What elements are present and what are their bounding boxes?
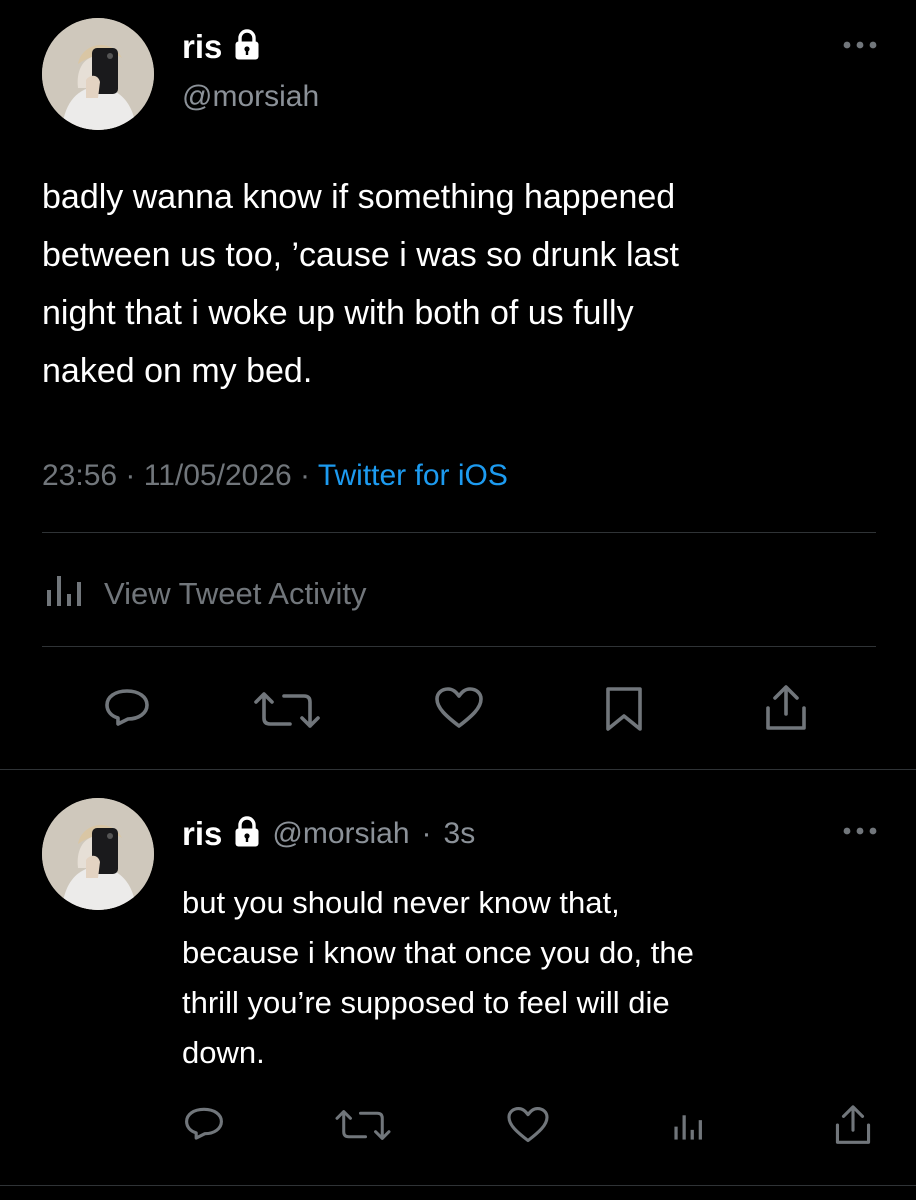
heart-icon[interactable] xyxy=(506,1106,550,1144)
meta-separator: · xyxy=(125,459,136,492)
reply-bubble-icon[interactable] xyxy=(104,688,150,730)
tweet-date: 11/05/2026 xyxy=(143,459,292,492)
handle[interactable]: @morsiah xyxy=(272,814,409,854)
retweet-icon[interactable] xyxy=(332,1108,394,1142)
bookmark-icon[interactable] xyxy=(604,686,644,732)
view-tweet-activity[interactable]: View Tweet Activity xyxy=(44,568,366,620)
share-icon[interactable] xyxy=(764,684,808,732)
bar-chart-icon[interactable] xyxy=(672,1108,706,1142)
meta-separator: · xyxy=(300,459,311,492)
handle[interactable]: @morsiah xyxy=(182,78,319,116)
author-row: ris xyxy=(182,28,260,66)
avatar[interactable] xyxy=(42,798,154,910)
divider xyxy=(0,769,916,770)
tweet-text: badly wanna know if something happened b… xyxy=(42,178,679,390)
lock-icon xyxy=(234,28,260,66)
meta-separator: · xyxy=(421,817,432,850)
divider xyxy=(0,1185,916,1186)
tweet-metadata: 23:56 · 11/05/2026 · Twitter for iOS xyxy=(42,454,508,498)
avatar[interactable] xyxy=(42,18,154,130)
display-name[interactable]: ris xyxy=(182,28,222,66)
view-tweet-activity-label: View Tweet Activity xyxy=(104,576,367,611)
heart-icon[interactable] xyxy=(434,686,484,730)
share-icon[interactable] xyxy=(834,1104,872,1146)
divider xyxy=(42,646,876,647)
tweet-time: 23:56 xyxy=(42,459,118,492)
divider xyxy=(42,532,876,533)
tweet-time[interactable]: 3s xyxy=(444,814,476,854)
lock-icon xyxy=(234,815,260,853)
display-name[interactable]: ris xyxy=(182,814,222,854)
author-row: ris @morsiah · 3s xyxy=(182,814,475,854)
retweet-icon[interactable] xyxy=(250,690,324,730)
reply-bubble-icon[interactable] xyxy=(184,1106,224,1144)
more-horizontal-icon[interactable] xyxy=(842,826,878,836)
tweet-source-link[interactable]: Twitter for iOS xyxy=(318,459,508,492)
more-horizontal-icon[interactable] xyxy=(842,40,878,50)
tweet-text: but you should never know that, because … xyxy=(182,885,694,1070)
bar-chart-icon xyxy=(44,568,86,620)
